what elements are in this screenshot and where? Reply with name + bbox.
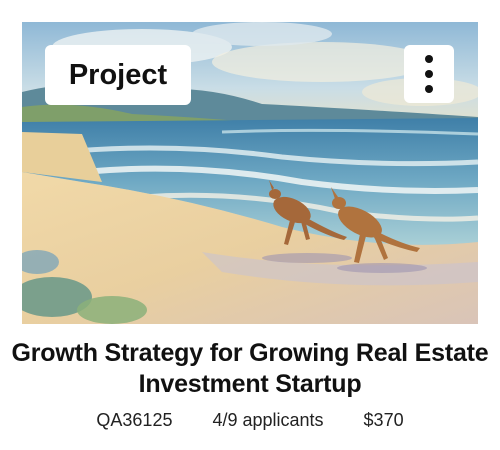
- more-vertical-icon-dot: [425, 85, 433, 93]
- more-vertical-icon: [425, 55, 433, 63]
- project-title[interactable]: Growth Strategy for Growing Real Estate …: [10, 338, 490, 400]
- project-type-badge: Project: [45, 45, 191, 105]
- more-options-button[interactable]: [404, 45, 454, 103]
- applicants-count: 4/9 applicants: [212, 410, 324, 430]
- project-price: $370: [363, 410, 404, 430]
- project-meta: QA36125 4/9 applicants $370: [0, 410, 500, 431]
- project-id: QA36125: [96, 410, 173, 430]
- project-card[interactable]: Project Growth Strategy for Growing Real…: [0, 0, 500, 450]
- more-vertical-icon-dot: [425, 70, 433, 78]
